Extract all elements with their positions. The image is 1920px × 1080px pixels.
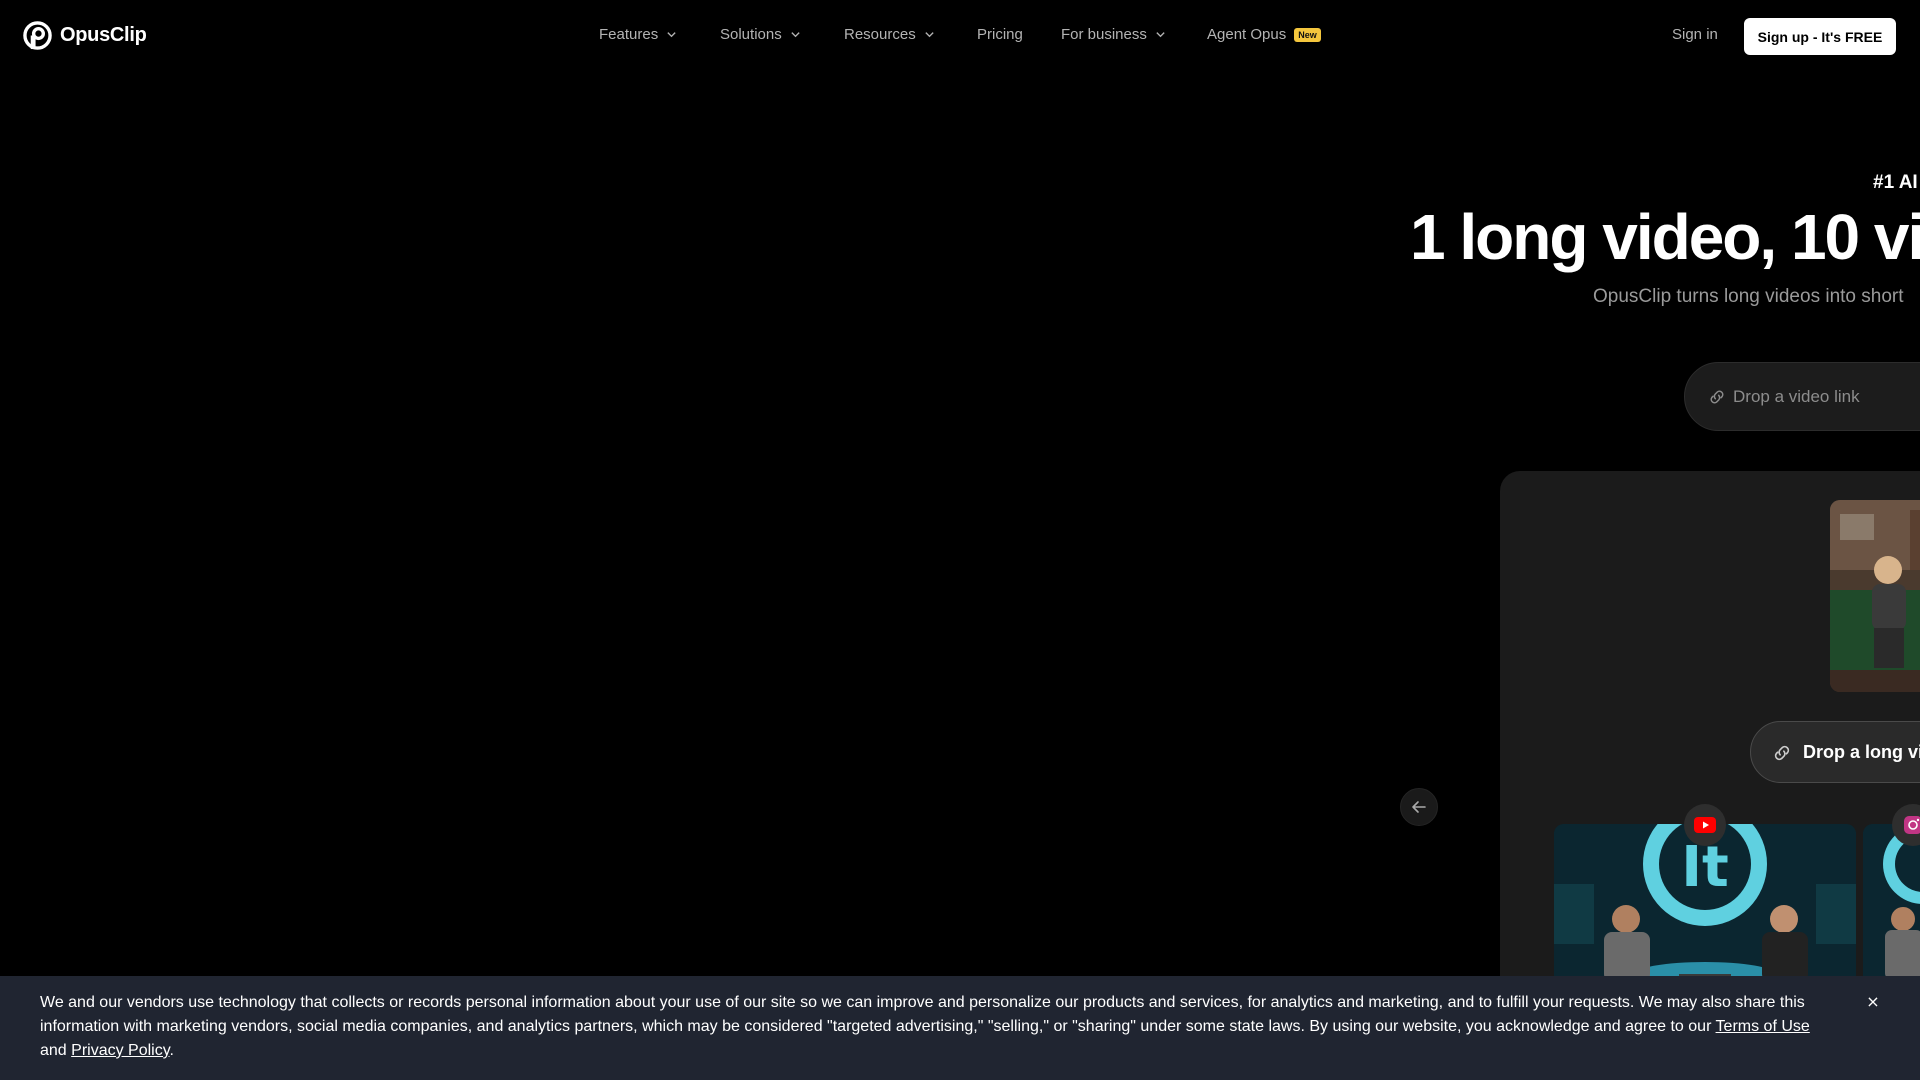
nav-label: Resources [844,26,916,43]
nav-label: Features [599,26,659,43]
and-word: and [40,1042,67,1059]
chevron-down-icon [1156,32,1165,38]
signup-button[interactable]: Sign up - It's FREE [1744,18,1896,55]
hero-title: 1 long video, 10 vira [1410,201,1920,273]
chevron-down-icon [925,32,934,38]
chevron-down-icon [791,32,800,38]
nav-label: Agent Opus [1207,26,1287,43]
nav-label: Solutions [720,26,782,43]
cookie-main-text: We and our vendors use technology that c… [40,994,1805,1035]
page: OpusClip Features Solutions Resources Pr… [0,0,1920,1080]
privacy-policy-link[interactable]: Privacy Policy [71,1042,169,1059]
source-video-thumbnail[interactable] [1830,500,1920,692]
brand-name: OpusClip [60,24,147,46]
nav-label: For business [1061,26,1147,43]
nav-resources[interactable]: Resources [844,26,935,43]
drop-long-video-pill[interactable]: Drop a long vide [1750,721,1920,783]
drop-long-video-label: Drop a long vide [1803,742,1920,762]
hero-eyebrow: #1 AI [1873,172,1918,193]
nav-agent-opus[interactable]: Agent Opus New [1207,26,1321,43]
opusclip-logo-icon [23,21,52,50]
close-icon[interactable]: × [1862,990,1884,1012]
link-icon [1710,390,1724,404]
top-nav: OpusClip Features Solutions Resources Pr… [0,0,1920,72]
arrow-left-icon [1412,801,1426,813]
cookie-notice-text: We and our vendors use technology that c… [40,991,1840,1063]
nav-label: Pricing [977,26,1023,43]
link-icon [1774,745,1790,761]
video-still-image [1830,500,1920,692]
instagram-icon [1904,816,1920,834]
cookie-banner: We and our vendors use technology that c… [0,976,1920,1080]
new-badge: New [1294,27,1321,42]
hero-subtitle: OpusClip turns long videos into short [1593,286,1904,307]
end-punct: . [169,1042,174,1059]
video-link-field[interactable] [1684,362,1920,431]
nav-features[interactable]: Features [599,26,677,43]
terms-of-use-link[interactable]: Terms of Use [1716,1018,1810,1035]
sign-in-link[interactable]: Sign in [1672,26,1718,43]
nav-pricing[interactable]: Pricing [977,26,1023,43]
chevron-down-icon [667,32,676,38]
youtube-badge [1684,804,1726,846]
youtube-icon [1694,817,1716,833]
logo[interactable]: OpusClip [23,21,147,50]
nav-for-business[interactable]: For business [1061,26,1166,43]
video-link-input[interactable] [1733,381,1920,413]
carousel-prev-button[interactable] [1400,788,1438,826]
nav-solutions[interactable]: Solutions [720,26,801,43]
